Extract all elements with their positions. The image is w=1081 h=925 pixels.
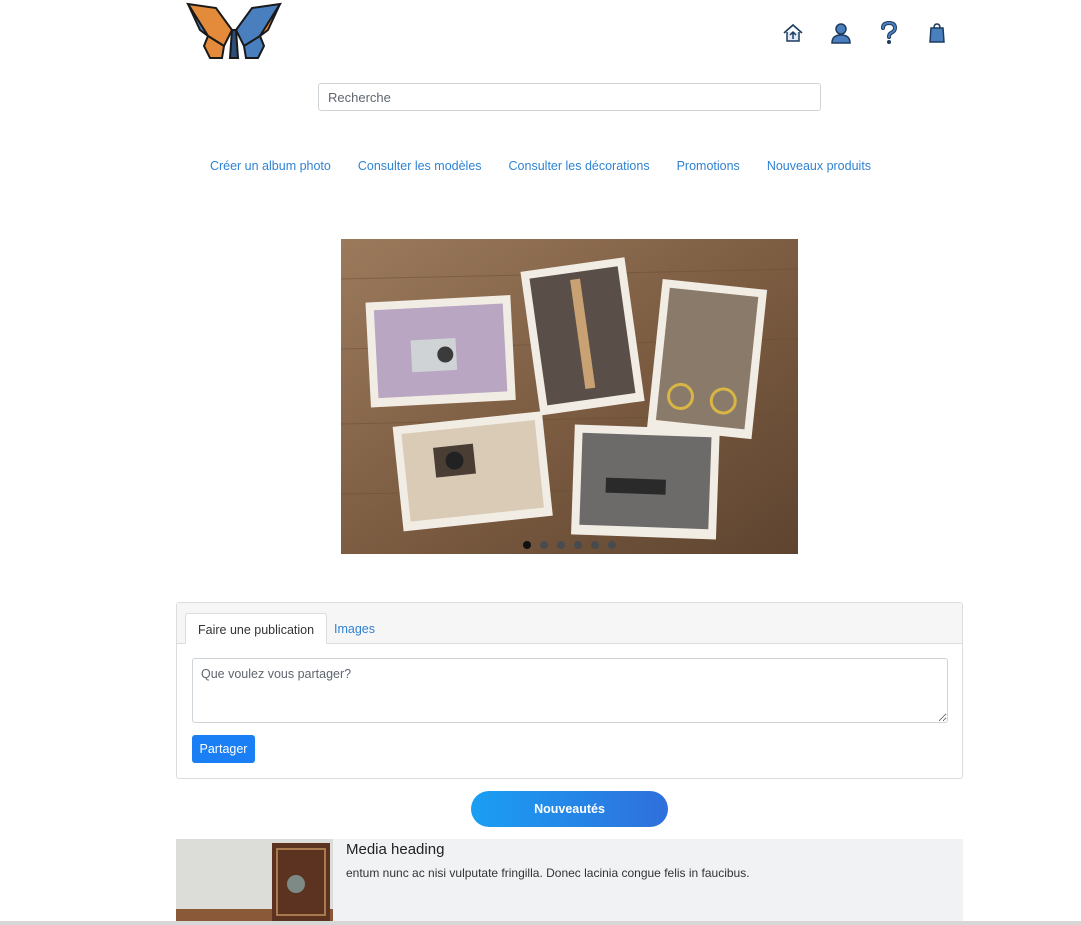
media-thumbnail (176, 839, 333, 925)
carousel-indicators (341, 541, 798, 549)
carousel-indicator[interactable] (591, 541, 599, 549)
header-icons (780, 20, 950, 46)
carousel-indicator[interactable] (574, 541, 582, 549)
photo-carousel[interactable] (341, 239, 798, 554)
horizontal-scrollbar[interactable] (0, 921, 1081, 925)
media-heading: Media heading (346, 841, 445, 858)
media-text: entum nunc ac nisi vulputate fringilla. … (346, 866, 750, 880)
carousel-indicator[interactable] (540, 541, 548, 549)
nouveautes-button[interactable]: Nouveautés (471, 791, 668, 827)
nav-decorations[interactable]: Consulter les décorations (509, 159, 650, 173)
carousel-indicator[interactable] (608, 541, 616, 549)
carousel-indicator[interactable] (557, 541, 565, 549)
nav-promotions[interactable]: Promotions (677, 159, 740, 173)
tab-images[interactable]: Images (322, 613, 387, 644)
share-button[interactable]: Partager (192, 735, 255, 763)
nav-models[interactable]: Consulter les modèles (358, 159, 482, 173)
user-icon[interactable] (828, 20, 854, 46)
nav-new-products[interactable]: Nouveaux produits (767, 159, 871, 173)
tab-publication[interactable]: Faire une publication (185, 613, 328, 644)
publication-card: Faire une publication Images Partager (176, 602, 963, 779)
media-item: Media heading entum nunc ac nisi vulputa… (176, 839, 963, 925)
carousel-indicator[interactable] (523, 541, 531, 549)
nav-create-album[interactable]: Créer un album photo (210, 159, 331, 173)
card-header: Faire une publication Images (177, 603, 962, 644)
main-nav: Créer un album photo Consulter les modèl… (0, 159, 1081, 173)
carousel-slide-image (341, 239, 798, 554)
shopping-bag-icon[interactable] (924, 20, 950, 46)
search-input[interactable] (318, 83, 821, 111)
publication-textarea[interactable] (192, 658, 948, 723)
home-icon[interactable] (780, 20, 806, 46)
butterfly-logo[interactable] (186, 0, 282, 62)
help-icon[interactable] (876, 20, 902, 46)
